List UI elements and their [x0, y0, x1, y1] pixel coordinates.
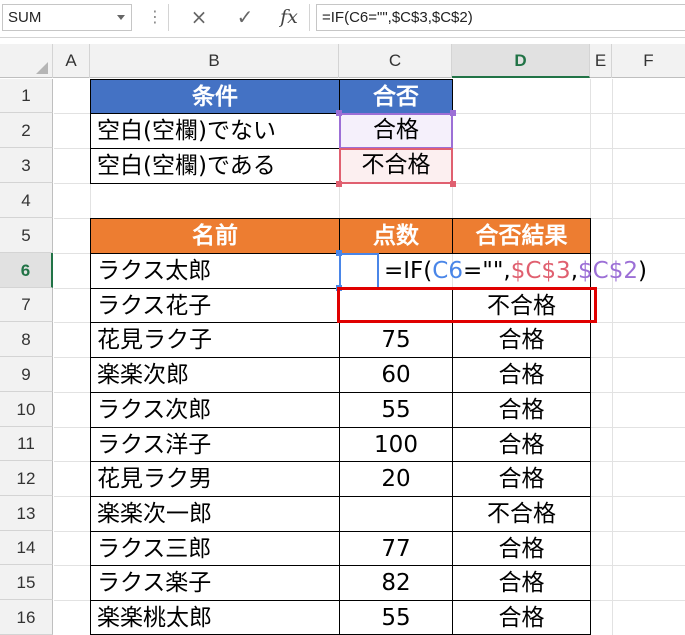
condition-cell[interactable]: 空白(空欄)でない — [90, 113, 340, 149]
formula-buttons: × ✓ fx — [168, 4, 310, 31]
pass-result-cell[interactable]: 不合格 — [452, 496, 591, 532]
row-header-9[interactable]: 9 — [0, 357, 53, 392]
pass-result-cell[interactable]: 合格 — [452, 427, 591, 462]
name-cell[interactable]: ラクス洋子 — [90, 427, 340, 462]
formula-ref-c3: $C$3 — [510, 258, 571, 284]
name-cell[interactable]: ラクス楽子 — [90, 565, 340, 601]
result-header[interactable]: 合否 — [339, 79, 453, 114]
row-header-6[interactable]: 6 — [0, 253, 53, 288]
formula-token: ="", — [462, 258, 511, 284]
gridline — [612, 79, 613, 635]
name-cell[interactable]: ラクス次郎 — [90, 392, 340, 428]
row-header-2[interactable]: 2 — [0, 113, 53, 148]
row-header-13[interactable]: 13 — [0, 496, 53, 531]
formula-bar: SUM ⋮ × ✓ fx =IF(C6="",$C$3,$C$2) — [0, 0, 685, 38]
pass-result-cell[interactable]: 合格 — [452, 322, 591, 358]
reference-handle[interactable] — [450, 110, 456, 116]
name-box-value: SUM — [8, 9, 42, 26]
row-header-14[interactable]: 14 — [0, 531, 53, 565]
pass-result-header[interactable]: 合否結果 — [452, 218, 591, 254]
row-header-16[interactable]: 16 — [0, 600, 53, 635]
row-header-7[interactable]: 7 — [0, 288, 53, 322]
formula-text: =IF(C6="",$C$3,$C$2) — [322, 9, 473, 26]
name-cell[interactable]: 楽楽次郎 — [90, 357, 340, 393]
score-cell[interactable]: 82 — [339, 565, 453, 601]
reference-handle[interactable] — [336, 181, 342, 187]
reference-range-c6 — [339, 253, 379, 289]
column-headers: A B C D E F — [0, 44, 685, 78]
column-header-d[interactable]: D — [452, 44, 590, 78]
pass-result-cell[interactable]: 合格 — [452, 357, 591, 393]
name-header[interactable]: 名前 — [90, 218, 340, 254]
enter-icon[interactable]: ✓ — [227, 4, 263, 31]
name-cell[interactable]: 楽楽次一郎 — [90, 496, 340, 532]
pass-result-cell[interactable]: 合格 — [452, 600, 591, 635]
formula-ref-c6: C6 — [432, 258, 463, 284]
formula-token: =IF( — [384, 258, 433, 284]
column-header-e[interactable]: E — [590, 44, 612, 78]
pass-result-cell[interactable]: 合格 — [452, 392, 591, 428]
row-header-4[interactable]: 4 — [0, 183, 53, 218]
column-header-c[interactable]: C — [339, 44, 452, 78]
chevron-down-icon[interactable] — [117, 15, 125, 20]
name-cell[interactable]: 楽楽桃太郎 — [90, 600, 340, 635]
select-all-corner[interactable] — [0, 44, 53, 78]
row-header-10[interactable]: 10 — [0, 392, 53, 427]
condition-cell[interactable]: 空白(空欄)である — [90, 148, 340, 184]
name-cell[interactable]: ラクス太郎 — [90, 253, 340, 289]
row-header-12[interactable]: 12 — [0, 461, 53, 496]
row-header-11[interactable]: 11 — [0, 427, 53, 461]
name-cell[interactable]: ラクス花子 — [90, 288, 340, 323]
reference-handle[interactable] — [336, 250, 342, 256]
name-cell[interactable]: ラクス三郎 — [90, 531, 340, 566]
score-cell[interactable]: 60 — [339, 357, 453, 393]
insert-function-icon[interactable]: fx — [271, 4, 307, 31]
name-box[interactable]: SUM — [2, 4, 132, 31]
score-cell[interactable] — [339, 496, 453, 532]
fail-value-cell[interactable]: 不合格 — [339, 148, 453, 183]
row-header-5[interactable]: 5 — [0, 218, 53, 253]
cancel-icon[interactable]: × — [181, 4, 217, 31]
pass-result-cell[interactable]: 合格 — [452, 531, 591, 566]
highlight-box — [337, 287, 597, 323]
name-cell[interactable]: 花見ラク子 — [90, 322, 340, 358]
score-cell[interactable]: 100 — [339, 427, 453, 462]
row-header-8[interactable]: 8 — [0, 322, 53, 357]
row-header-15[interactable]: 15 — [0, 565, 53, 600]
pass-result-cell[interactable]: 合格 — [452, 461, 591, 497]
pass-value-cell[interactable]: 合格 — [339, 113, 453, 148]
name-cell[interactable]: 花見ラク男 — [90, 461, 340, 497]
formula-token: ) — [637, 258, 647, 284]
column-header-b[interactable]: B — [90, 44, 339, 78]
formula-token: , — [570, 258, 578, 284]
score-cell[interactable]: 20 — [339, 461, 453, 497]
column-header-a[interactable]: A — [53, 44, 90, 78]
score-cell[interactable]: 77 — [339, 531, 453, 566]
score-cell[interactable]: 55 — [339, 392, 453, 428]
row-header-3[interactable]: 3 — [0, 148, 53, 183]
pass-result-cell[interactable]: 合格 — [452, 565, 591, 601]
column-header-f[interactable]: F — [612, 44, 685, 78]
formula-ref-c2: $C$2 — [578, 258, 638, 284]
in-cell-formula-editor[interactable]: =IF(C6="",$C$3,$C$2) — [384, 254, 647, 288]
reference-handle[interactable] — [336, 110, 342, 116]
drag-handle-icon[interactable]: ⋮ — [147, 7, 163, 26]
row-header-1[interactable]: 1 — [0, 79, 53, 113]
reference-handle[interactable] — [450, 181, 456, 187]
score-header[interactable]: 点数 — [339, 218, 453, 254]
formula-input[interactable]: =IF(C6="",$C$3,$C$2) — [316, 4, 685, 31]
condition-header[interactable]: 条件 — [90, 79, 340, 114]
score-cell[interactable]: 75 — [339, 322, 453, 358]
score-cell[interactable]: 55 — [339, 600, 453, 635]
